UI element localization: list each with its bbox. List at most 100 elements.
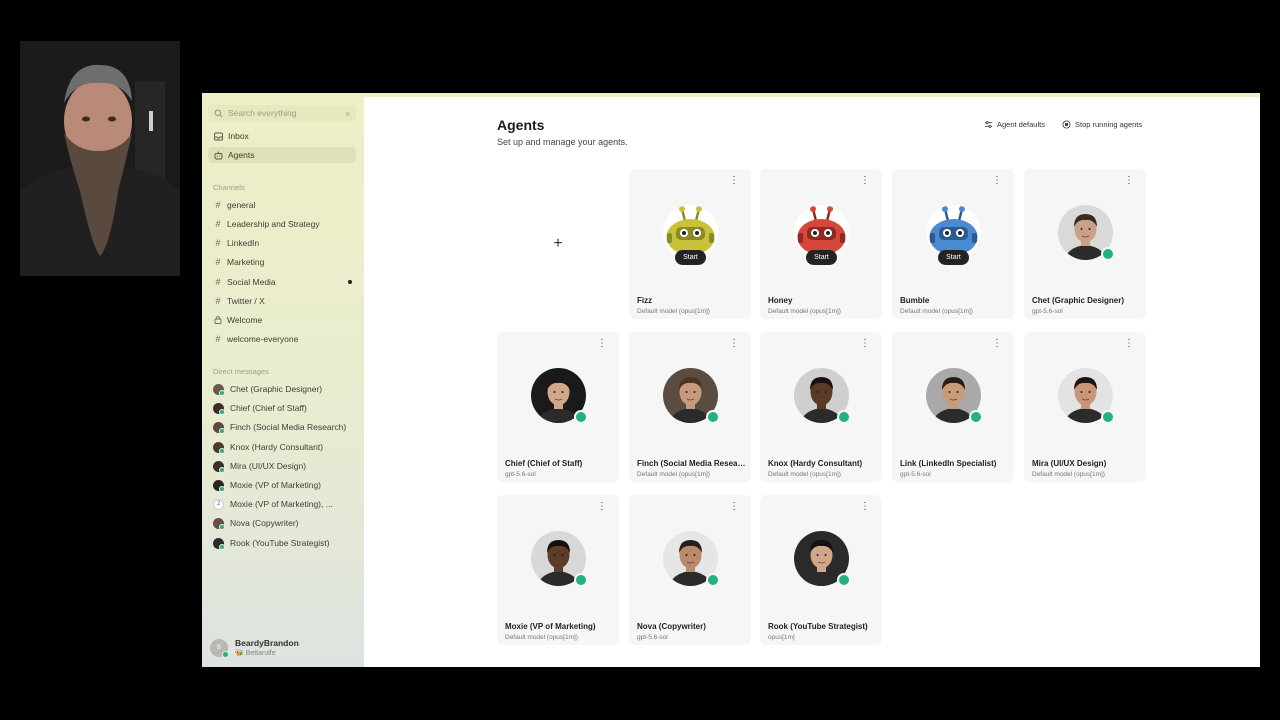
agent-model: Default model (opus[1m]) [768,308,841,315]
search-bar[interactable]: Search everything « [208,105,356,121]
avatar [213,441,225,454]
sidebar: Search everything « Inbox Agents Channel… [202,93,364,667]
start-agent-button[interactable]: Start [675,250,706,265]
nav-inbox[interactable]: Inbox [208,128,356,144]
channel-marketing[interactable]: # Marketing [208,254,356,270]
dm-chief[interactable]: Chief (Chief of Staff) [213,400,357,416]
dm-rook[interactable]: Rook (YouTube Strategist) [213,535,357,551]
hash-icon: # [215,296,221,306]
plus-icon: + [553,235,563,252]
more-options-icon[interactable]: ⋮ [860,339,870,349]
dm-nova[interactable]: Nova (Copywriter) [213,515,357,531]
dm-label: Finch (Social Media Research) [230,422,347,432]
dm-mira[interactable]: Mira (UI/UX Design) [213,458,357,474]
agent-card[interactable]: ⋮ Knox (Hardy Consultant) Default model (o… [760,332,882,482]
online-status-icon [837,573,851,587]
more-options-icon[interactable]: ⋮ [729,339,739,349]
dm-label: Rook (YouTube Strategist) [230,538,330,548]
agent-card[interactable]: ⋮ Link (LinkedIn Specialist) gpt-5.6-sol [892,332,1014,482]
more-options-icon[interactable]: ⋮ [992,176,1002,186]
avatar [213,460,225,473]
nav-agents-label: Agents [228,150,255,160]
dm-label: Moxie (VP of Marketing) [230,480,322,490]
avatar [213,421,225,434]
start-agent-button[interactable]: Start [938,250,969,265]
dm-moxie[interactable]: Moxie (VP of Marketing) [213,477,357,493]
more-options-icon[interactable]: ⋮ [860,176,870,186]
channel-label: Twitter / X [227,296,265,306]
channel-leadership-and-strategy[interactable]: # Leadership and Strategy [208,216,356,232]
channel-twitter-x[interactable]: # Twitter / X [208,293,356,309]
group-count-badge: 2 [213,498,224,510]
dm-group-moxie[interactable]: 2 Moxie (VP of Marketing), ... [213,496,357,512]
new-agent-card[interactable]: + [497,169,619,319]
agent-name: Mira (UI/UX Design) [1032,459,1107,468]
agent-name: Moxie (VP of Marketing) [505,622,596,631]
agent-card[interactable]: ⋮ Finch (Social Media Research) Default mo… [629,332,751,482]
more-options-icon[interactable]: ⋮ [1124,176,1134,186]
more-options-icon[interactable]: ⋮ [729,502,739,512]
channel-linkedin[interactable]: # LinkedIn [208,235,356,251]
channel-label: welcome-everyone [227,334,299,344]
channel-welcome[interactable]: Welcome [208,312,356,328]
channel-general[interactable]: # general [208,197,356,213]
agent-model: Default model (opus[1m]) [505,634,578,641]
more-options-icon[interactable]: ⋮ [597,339,607,349]
agent-name: Chief (Chief of Staff) [505,459,583,468]
agent-defaults-label: Agent defaults [997,120,1045,129]
channel-label: Social Media [227,277,276,287]
user-profile[interactable]: B BeardyBrandon 🐝 Bettarulfe [210,638,299,658]
agent-card[interactable]: ⋮ Chet (Graphic Designer) gpt-5.6-sol [1024,169,1146,319]
hash-icon: # [215,219,221,229]
online-status-icon [969,410,983,424]
start-agent-button[interactable]: Start [806,250,837,265]
agent-model: Default model (opus[1m]) [637,308,710,315]
agent-card[interactable]: ⋮ Nova (Copywriter) gpt-5.6-sol [629,495,751,645]
channel-label: Marketing [227,257,265,267]
page-title: Agents [497,117,545,133]
dm-label: Chief (Chief of Staff) [230,403,307,413]
agent-card[interactable]: ⋮ Rook (YouTube Strategist) opus[1m] [760,495,882,645]
agent-card[interactable]: ⋮ Moxie (VP of Marketing) Default model (o… [497,495,619,645]
online-status-icon [1101,247,1115,261]
dm-knox[interactable]: Knox (Hardy Consultant) [213,439,357,455]
more-options-icon[interactable]: ⋮ [992,339,1002,349]
agent-card[interactable]: ⋮ Start Bumble Default model (opus[1m]) [892,169,1014,319]
agents-icon [213,150,223,160]
hash-icon: # [215,238,221,248]
agent-model: opus[1m] [768,634,795,641]
agent-model: gpt-5.6-sol [1032,308,1063,315]
channel-social-media[interactable]: # Social Media [208,274,356,290]
dm-label: Moxie (VP of Marketing), ... [230,499,333,509]
more-options-icon[interactable]: ⋮ [860,502,870,512]
more-options-icon[interactable]: ⋮ [729,176,739,186]
online-status-icon [706,410,720,424]
online-status-icon [574,573,588,587]
dm-label: Knox (Hardy Consultant) [230,442,324,452]
nav-agents[interactable]: Agents [208,147,356,163]
hash-icon: # [215,257,221,267]
app-window: Search everything « Inbox Agents Channel… [202,93,1260,667]
more-options-icon[interactable]: ⋮ [597,502,607,512]
inbox-icon [213,131,223,141]
dm-chet[interactable]: Chet (Graphic Designer) [213,381,357,397]
collapse-icon[interactable]: « [346,109,350,118]
agent-name: Bumble [900,296,930,305]
channel-welcome-everyone[interactable]: # welcome-everyone [208,331,356,347]
agent-card[interactable]: ⋮ Start Honey Default model (opus[1m]) [760,169,882,319]
stop-running-agents-button[interactable]: Stop running agents [1062,120,1142,129]
agent-card[interactable]: ⋮ Start Fizz Default model (opus[1m]) [629,169,751,319]
hash-icon: # [215,277,221,287]
dm-finch[interactable]: Finch (Social Media Research) [213,419,357,435]
sliders-icon [984,121,993,128]
agent-defaults-button[interactable]: Agent defaults [984,120,1045,129]
avatar [213,517,225,530]
agent-card[interactable]: ⋮ Chief (Chief of Staff) gpt-5.6-sol [497,332,619,482]
more-options-icon[interactable]: ⋮ [1124,339,1134,349]
agent-card[interactable]: ⋮ Mira (UI/UX Design) Default model (opus[… [1024,332,1146,482]
agent-model: gpt-5.6-sol [505,471,536,478]
agent-model: gpt-5.6-sol [637,634,668,641]
avatar [213,537,225,550]
lock-icon [213,315,223,326]
channel-label: LinkedIn [227,238,260,248]
